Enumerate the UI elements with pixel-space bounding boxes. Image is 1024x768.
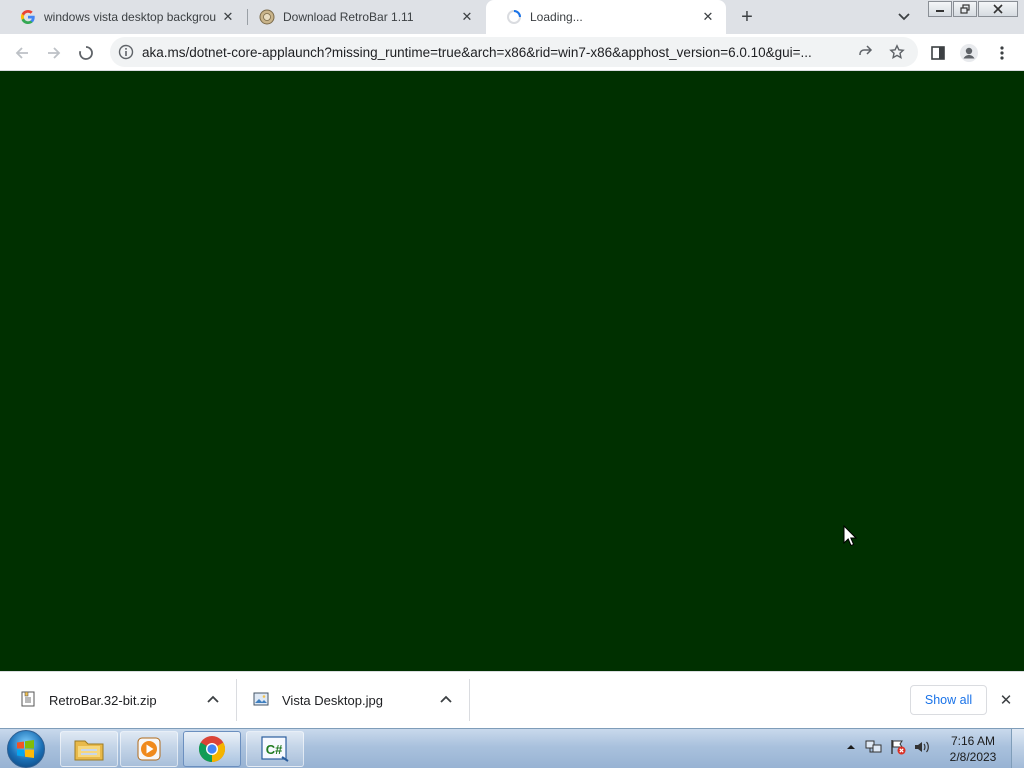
download-separator xyxy=(469,679,470,721)
forward-arrow-icon xyxy=(48,47,61,59)
profile-avatar-icon xyxy=(960,44,978,62)
windows-logo-icon xyxy=(17,740,34,758)
taskbar-csharp-button[interactable]: C# xyxy=(246,731,304,767)
restore-window-button[interactable] xyxy=(953,1,977,17)
tab-google-search[interactable]: windows vista desktop backgrou ✕ xyxy=(0,0,246,34)
taskbar-clock[interactable]: 7:16 AM 2/8/2023 xyxy=(938,733,1008,765)
tab-title: windows vista desktop backgrou xyxy=(44,10,217,24)
download-item[interactable]: RetroBar.32-bit.zip xyxy=(0,672,236,728)
minimize-window-button[interactable] xyxy=(928,1,952,17)
tab-close-icon[interactable]: ✕ xyxy=(220,9,236,25)
site-info-icon[interactable] xyxy=(118,44,134,60)
tab-retrobar-download[interactable]: Download RetroBar 1.11 ✕ xyxy=(239,0,485,34)
retrobar-favicon xyxy=(259,9,275,25)
clock-time: 7:16 AM xyxy=(950,734,996,748)
image-file-icon xyxy=(253,691,269,707)
chevron-up-icon[interactable] xyxy=(438,691,454,707)
side-panel-button[interactable] xyxy=(924,39,952,67)
media-player-icon xyxy=(137,737,161,761)
zip-file-icon xyxy=(20,691,36,707)
address-bar[interactable]: aka.ms/dotnet-core-applaunch?missing_run… xyxy=(110,37,918,67)
chevron-up-icon[interactable] xyxy=(205,691,221,707)
clock-date: 2/8/2023 xyxy=(949,750,997,764)
show-hidden-icons-chevron-icon[interactable] xyxy=(842,738,860,756)
chrome-menu-button[interactable] xyxy=(988,39,1016,67)
google-g-icon xyxy=(20,9,36,25)
loading-throbber-icon xyxy=(79,46,93,60)
folder-icon xyxy=(74,740,104,761)
action-center-flag-icon[interactable] xyxy=(889,738,907,756)
csharp-label: C# xyxy=(266,742,283,757)
windows-taskbar: C# 7:16 AM 2/8/2023 xyxy=(0,728,1024,768)
profile-button[interactable] xyxy=(955,39,983,67)
csharp-icon: C# xyxy=(261,736,289,762)
show-all-downloads-button[interactable]: Show all xyxy=(910,685,987,715)
show-desktop-button[interactable] xyxy=(1011,729,1024,768)
tab-search-chevron-icon[interactable] xyxy=(893,8,915,26)
back-button[interactable] xyxy=(8,39,36,67)
tab-loading[interactable]: Loading... ✕ xyxy=(486,0,726,34)
tab-close-icon[interactable]: ✕ xyxy=(700,9,716,25)
volume-speaker-icon[interactable] xyxy=(913,738,931,756)
download-item[interactable]: Vista Desktop.jpg xyxy=(237,672,469,728)
tab-close-icon[interactable]: ✕ xyxy=(459,9,475,25)
bookmark-star-icon[interactable] xyxy=(888,43,906,61)
chrome-icon xyxy=(198,736,226,763)
taskbar-chrome-button[interactable] xyxy=(183,731,241,767)
tab-strip: windows vista desktop backgrou ✕ Downloa… xyxy=(0,0,1024,34)
tab-title: Loading... xyxy=(530,10,583,24)
taskbar-explorer-button[interactable] xyxy=(60,731,118,767)
close-window-button[interactable] xyxy=(978,1,1018,17)
forward-button[interactable] xyxy=(40,39,68,67)
mouse-cursor-icon xyxy=(843,525,857,547)
tab-title: Download RetroBar 1.11 xyxy=(283,10,414,24)
share-icon[interactable] xyxy=(856,43,874,61)
download-shelf: RetroBar.32-bit.zip Vista Desktop.jpg Sh… xyxy=(0,671,1024,728)
browser-toolbar: aka.ms/dotnet-core-applaunch?missing_run… xyxy=(0,34,1024,71)
kebab-menu-icon xyxy=(1000,46,1004,60)
close-download-shelf-icon[interactable]: ✕ xyxy=(997,691,1015,709)
taskbar-media-player-button[interactable] xyxy=(120,731,178,767)
download-filename: Vista Desktop.jpg xyxy=(282,693,383,708)
back-arrow-icon xyxy=(15,47,28,59)
new-tab-button[interactable]: + xyxy=(734,5,760,29)
address-url[interactable]: aka.ms/dotnet-core-applaunch?missing_run… xyxy=(142,45,850,60)
network-icon[interactable] xyxy=(865,738,883,756)
page-content xyxy=(0,71,1024,671)
side-panel-icon xyxy=(931,46,945,60)
start-button[interactable] xyxy=(7,730,45,768)
download-filename: RetroBar.32-bit.zip xyxy=(49,693,157,708)
loading-spinner-icon xyxy=(506,9,522,25)
stop-loading-button[interactable] xyxy=(72,39,100,67)
